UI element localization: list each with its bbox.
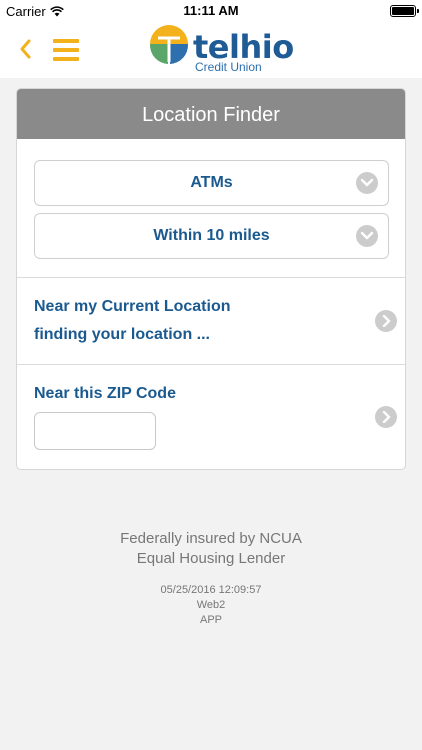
clock: 11:11 AM [183, 3, 239, 18]
chevron-right-icon [375, 310, 397, 332]
insured-notice: Federally insured by NCUA [120, 530, 302, 547]
current-location-row[interactable]: Near my Current Location finding your lo… [17, 278, 405, 364]
back-button[interactable] [18, 38, 40, 62]
channel-name: APP [199, 614, 222, 626]
status-bar: Carrier 11:11 AM [0, 0, 422, 22]
location-type-value: ATMs [190, 174, 233, 191]
chevron-down-icon [356, 225, 378, 247]
lender-notice: Equal Housing Lender [136, 550, 286, 567]
current-location-status: finding your location ... [34, 326, 210, 343]
zip-code-input[interactable] [34, 412, 156, 450]
distance-select[interactable]: Within 10 miles [34, 213, 389, 259]
logo-subtitle: Credit Union [195, 60, 262, 74]
location-type-select[interactable]: ATMs [34, 160, 389, 206]
app-header: telhio Credit Union [0, 22, 422, 78]
menu-button[interactable] [53, 39, 79, 61]
zip-search-arrow[interactable] [375, 406, 397, 428]
location-finder-card: Location Finder ATMs Within 10 miles Nea… [16, 88, 406, 470]
logo-mark-icon [149, 25, 189, 64]
telhio-logo: telhio Credit Union [146, 24, 294, 74]
zip-code-title: Near this ZIP Code [34, 385, 176, 402]
current-location-title: Near my Current Location [34, 298, 231, 315]
timestamp: 05/25/2016 12:09:57 [160, 584, 262, 596]
distance-value: Within 10 miles [153, 227, 270, 244]
menu-bar [53, 48, 79, 52]
server-name: Web2 [196, 599, 226, 611]
chevron-left-icon [20, 39, 31, 59]
chevron-right-icon [382, 411, 391, 423]
chevron-down-icon [356, 172, 378, 194]
battery-icon [390, 5, 419, 17]
card-title: Location Finder [17, 89, 405, 139]
menu-bar [53, 39, 79, 43]
menu-bar [53, 57, 79, 61]
